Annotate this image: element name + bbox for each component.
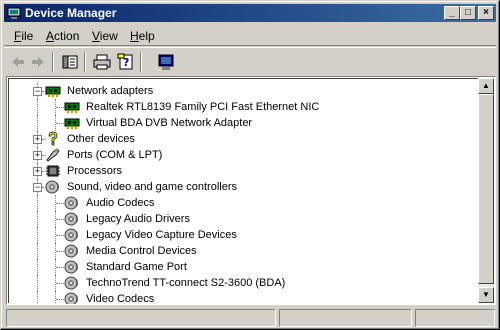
tree-item-label: Other devices bbox=[67, 133, 135, 145]
menu-file[interactable]: File bbox=[14, 29, 33, 43]
sound-icon bbox=[64, 195, 80, 211]
port-icon bbox=[45, 147, 61, 163]
properties-icon[interactable]: ? bbox=[116, 53, 136, 71]
tree-connector bbox=[37, 259, 39, 275]
tree-item-label: Video Codecs bbox=[86, 293, 155, 305]
tree-item-realtek-rtl8139-family-pci-fast-ethernet-nic[interactable]: Realtek RTL8139 Family PCI Fast Ethernet… bbox=[9, 99, 479, 115]
sound-icon bbox=[64, 211, 80, 227]
tree-item-label: Media Control Devices bbox=[86, 245, 197, 257]
device-manager-icon bbox=[7, 7, 21, 19]
scroll-up-button[interactable]: ▲ bbox=[478, 78, 494, 94]
window-title: Device Manager bbox=[25, 6, 117, 20]
status-pane-3 bbox=[415, 309, 495, 327]
toolbar-separator bbox=[52, 52, 54, 72]
menu-bar: File Action View Help bbox=[4, 25, 496, 46]
tree-item-network-adapters[interactable]: − Network adapters bbox=[9, 83, 479, 99]
scroll-thumb[interactable] bbox=[478, 94, 494, 284]
expand-toggle-icon[interactable]: + bbox=[33, 135, 42, 144]
tree-connector bbox=[56, 267, 64, 269]
tree-item-standard-game-port[interactable]: Standard Game Port bbox=[9, 259, 479, 275]
tree-connector bbox=[56, 283, 64, 285]
processor-icon bbox=[45, 163, 61, 179]
toolbar: ? bbox=[4, 47, 496, 76]
print-icon[interactable] bbox=[92, 53, 112, 71]
tree-connector bbox=[56, 235, 64, 237]
status-pane-2 bbox=[279, 309, 412, 327]
tree-connector bbox=[56, 123, 64, 125]
tree-connector bbox=[37, 227, 39, 243]
tree-connector bbox=[56, 203, 64, 205]
sound-icon bbox=[45, 179, 61, 195]
tree-connector bbox=[55, 291, 57, 304]
tree-connector bbox=[37, 195, 39, 211]
tree-connector bbox=[56, 107, 64, 109]
status-bar bbox=[4, 307, 496, 327]
menu-view[interactable]: View bbox=[92, 29, 118, 43]
collapse-toggle-icon[interactable]: − bbox=[33, 87, 42, 96]
menu-help[interactable]: Help bbox=[130, 29, 155, 43]
network-adapter-icon bbox=[64, 99, 80, 115]
expand-toggle-icon[interactable]: + bbox=[33, 167, 42, 176]
tree-item-technotrend-tt-connect-s2-3600-bda[interactable]: TechnoTrend TT-connect S2-3600 (BDA) bbox=[9, 275, 479, 291]
maximize-button[interactable]: □ bbox=[460, 6, 476, 20]
expand-toggle-icon[interactable]: + bbox=[33, 151, 42, 160]
scroll-down-button[interactable]: ▼ bbox=[478, 287, 494, 303]
tree-connector bbox=[37, 211, 39, 227]
sound-icon bbox=[64, 291, 80, 304]
minimize-button[interactable]: _ bbox=[444, 6, 460, 20]
show-hide-console-tree-icon[interactable] bbox=[60, 53, 80, 71]
tree-item-label: TechnoTrend TT-connect S2-3600 (BDA) bbox=[86, 277, 286, 289]
tree-item-legacy-audio-drivers[interactable]: Legacy Audio Drivers bbox=[9, 211, 479, 227]
tree-item-label: Virtual BDA DVB Network Adapter bbox=[86, 117, 253, 129]
title-bar[interactable]: Device Manager _ □ × bbox=[4, 4, 496, 22]
network-adapter-icon bbox=[45, 83, 61, 99]
vertical-scrollbar[interactable]: ▲ ▼ bbox=[478, 78, 494, 303]
tree-item-label: Network adapters bbox=[67, 85, 154, 97]
tree-item-label: Audio Codecs bbox=[86, 197, 155, 209]
tree-item-sound-video-and-game-controllers[interactable]: − Sound, video and game controllers bbox=[9, 179, 479, 195]
tree-item-processors[interactable]: + Processors bbox=[9, 163, 479, 179]
sound-icon bbox=[64, 259, 80, 275]
tree-item-label: Processors bbox=[67, 165, 123, 177]
tree-item-label: Legacy Video Capture Devices bbox=[86, 229, 237, 241]
tree-item-virtual-bda-dvb-network-adapter[interactable]: Virtual BDA DVB Network Adapter bbox=[9, 115, 479, 131]
tree-item-legacy-video-capture-devices[interactable]: Legacy Video Capture Devices bbox=[9, 227, 479, 243]
tree-item-media-control-devices[interactable]: Media Control Devices bbox=[9, 243, 479, 259]
tree-item-other-devices[interactable]: + Other devices bbox=[9, 131, 479, 147]
tree-connector bbox=[56, 219, 64, 221]
toolbar-separator bbox=[140, 52, 142, 72]
tree-item-label: Legacy Audio Drivers bbox=[86, 213, 190, 225]
tree-item-label: Ports (COM & LPT) bbox=[67, 149, 163, 161]
tree-item-label: Realtek RTL8139 Family PCI Fast Ethernet… bbox=[86, 101, 320, 113]
forward-icon[interactable] bbox=[28, 53, 48, 71]
toolbar-separator bbox=[84, 52, 86, 72]
tree-pane: − Network adapters Realtek RTL8139 Family … bbox=[8, 78, 481, 305]
sound-icon bbox=[64, 227, 80, 243]
tree-connector bbox=[56, 251, 64, 253]
sound-icon bbox=[64, 275, 80, 291]
menu-action[interactable]: Action bbox=[46, 29, 79, 43]
collapse-toggle-icon[interactable]: − bbox=[33, 183, 42, 192]
tree-item-label: Sound, video and game controllers bbox=[67, 181, 237, 193]
tree-item-audio-codecs[interactable]: Audio Codecs bbox=[9, 195, 479, 211]
network-adapter-icon bbox=[64, 115, 80, 131]
tree-connector bbox=[37, 243, 39, 259]
tree-connector bbox=[37, 291, 39, 304]
tree-item-video-codecs[interactable]: Video Codecs bbox=[9, 291, 479, 305]
sound-icon bbox=[64, 243, 80, 259]
back-icon[interactable] bbox=[8, 53, 28, 71]
question-icon bbox=[45, 131, 61, 147]
device-tree[interactable]: − Network adapters Realtek RTL8139 Family … bbox=[6, 76, 496, 305]
scan-hardware-icon[interactable] bbox=[156, 53, 176, 71]
status-pane-main bbox=[6, 309, 276, 327]
close-button[interactable]: × bbox=[478, 6, 494, 20]
tree-connector bbox=[56, 299, 64, 301]
tree-connector bbox=[37, 99, 39, 115]
tree-connector bbox=[37, 115, 39, 131]
tree-item-ports-com-lpt[interactable]: + Ports (COM & LPT) bbox=[9, 147, 479, 163]
tree-connector bbox=[37, 275, 39, 291]
tree-item-label: Standard Game Port bbox=[86, 261, 187, 273]
device-manager-window: Device Manager _ □ × File Action View He… bbox=[0, 0, 500, 330]
